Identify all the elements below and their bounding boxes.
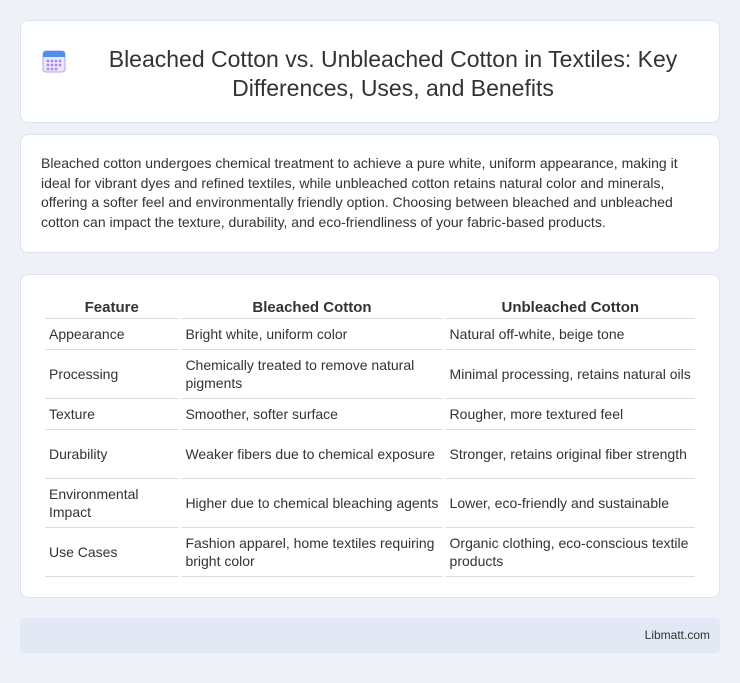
header-unbleached-cotton: Unbleached Cotton bbox=[445, 295, 695, 319]
unbleached-cell: Organic clothing, eco-conscious textile … bbox=[445, 528, 695, 577]
bleached-cell: Bright white, uniform color bbox=[181, 319, 443, 350]
unbleached-cell: Minimal processing, retains natural oils bbox=[445, 350, 695, 399]
bleached-cell: Fashion apparel, home textiles requiring… bbox=[181, 528, 443, 577]
table-header-row: Feature Bleached Cotton Unbleached Cotto… bbox=[45, 295, 695, 319]
feature-cell: Processing bbox=[45, 350, 179, 399]
bleached-cell: Chemically treated to remove natural pig… bbox=[181, 350, 443, 399]
table-row: Texture Smoother, softer surface Rougher… bbox=[45, 399, 695, 430]
unbleached-cell: Lower, eco-friendly and sustainable bbox=[445, 479, 695, 528]
comparison-table: Feature Bleached Cotton Unbleached Cotto… bbox=[42, 295, 698, 577]
intro-paragraph: Bleached cotton undergoes chemical treat… bbox=[41, 155, 678, 230]
feature-cell: Texture bbox=[45, 399, 179, 430]
feature-cell: Durability bbox=[45, 430, 179, 479]
header-feature: Feature bbox=[45, 295, 179, 319]
bleached-cell: Smoother, softer surface bbox=[181, 399, 443, 430]
table-row: Environmental Impact Higher due to chemi… bbox=[45, 479, 695, 528]
comparison-table-card: Feature Bleached Cotton Unbleached Cotto… bbox=[20, 274, 720, 598]
unbleached-cell: Rougher, more textured feel bbox=[445, 399, 695, 430]
calendar-icon bbox=[42, 50, 66, 73]
title-wrap: Bleached Cotton vs. Unbleached Cotton in… bbox=[21, 21, 719, 103]
header-bleached-cotton: Bleached Cotton bbox=[181, 295, 443, 319]
table-row: Durability Weaker fibers due to chemical… bbox=[45, 430, 695, 479]
title-card: Bleached Cotton vs. Unbleached Cotton in… bbox=[20, 20, 720, 123]
feature-cell: Appearance bbox=[45, 319, 179, 350]
intro-card: Bleached cotton undergoes chemical treat… bbox=[20, 134, 720, 253]
unbleached-cell: Stronger, retains original fiber strengt… bbox=[445, 430, 695, 479]
table-row: Use Cases Fashion apparel, home textiles… bbox=[45, 528, 695, 577]
footer-site-link[interactable]: Libmatt.com bbox=[645, 628, 710, 642]
feature-cell: Environmental Impact bbox=[45, 479, 179, 528]
bleached-cell: Weaker fibers due to chemical exposure bbox=[181, 430, 443, 479]
table-row: Appearance Bright white, uniform color N… bbox=[45, 319, 695, 350]
unbleached-cell: Natural off-white, beige tone bbox=[445, 319, 695, 350]
bleached-cell: Higher due to chemical bleaching agents bbox=[181, 479, 443, 528]
page-title: Bleached Cotton vs. Unbleached Cotton in… bbox=[108, 46, 678, 101]
feature-cell: Use Cases bbox=[45, 528, 179, 577]
footer-bar: Libmatt.com bbox=[20, 618, 720, 653]
table-row: Processing Chemically treated to remove … bbox=[45, 350, 695, 399]
